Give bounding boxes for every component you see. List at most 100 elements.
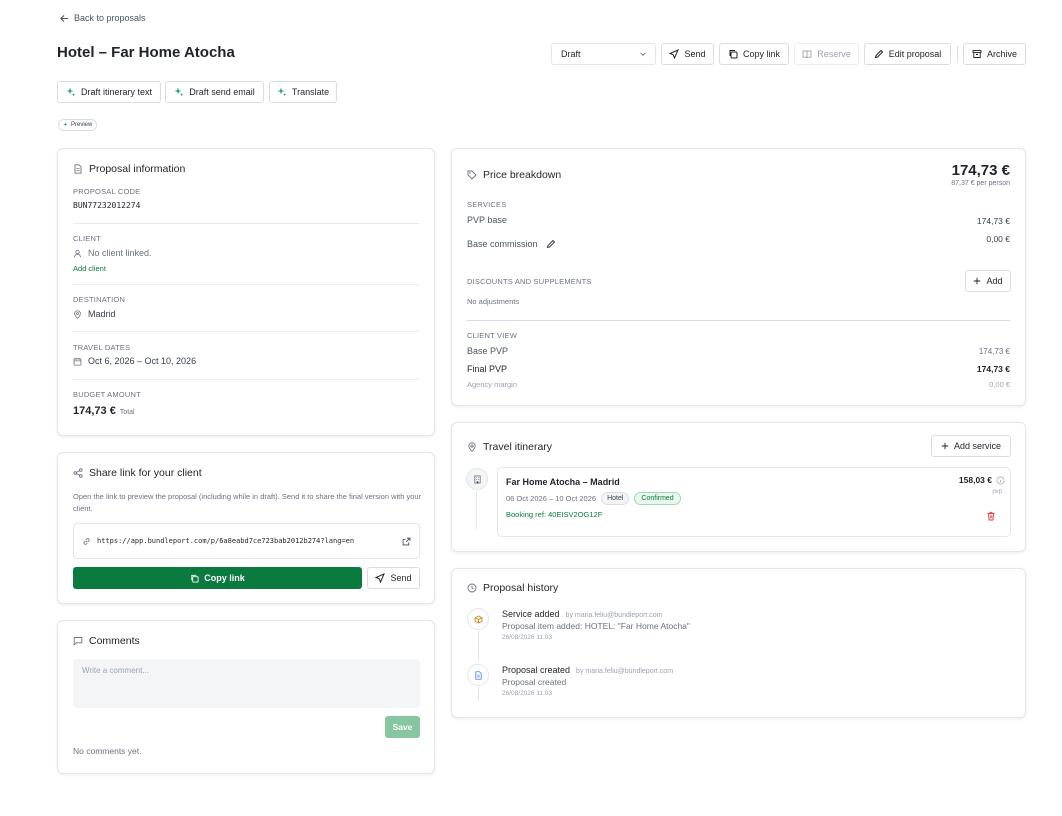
share-link-title: Share link for your client	[89, 467, 202, 479]
sparkle-icon	[66, 87, 76, 97]
history-event-title: Proposal created	[502, 665, 571, 675]
user-icon	[73, 249, 82, 258]
proposal-info-title: Proposal information	[89, 163, 186, 175]
plus-icon	[973, 277, 981, 285]
price-per-person: 87,37 € per person	[951, 180, 1010, 187]
share-url-field[interactable]: https://app.bundleport.com/p/6a8eabd7ce7…	[73, 523, 420, 559]
back-link-label: Back to proposals	[74, 13, 146, 23]
price-breakdown-title: Price breakdown	[483, 169, 562, 181]
history-event-heading: Service added by maria.feliu@bundleport.…	[502, 609, 690, 619]
back-link[interactable]: Back to proposals	[60, 13, 146, 23]
share-send-button[interactable]: Send	[367, 567, 420, 589]
agency-margin-value: 0,00 €	[989, 380, 1010, 389]
status-select[interactable]: Draft	[551, 43, 656, 65]
draft-itinerary-button[interactable]: Draft itinerary text	[57, 81, 161, 103]
history-marker	[467, 664, 489, 686]
pencil-icon[interactable]	[546, 239, 556, 249]
preview-badge-label: Preview	[71, 122, 93, 128]
comments-card: Comments Write a comment... Save No comm…	[57, 620, 435, 774]
reserve-button[interactable]: Reserve	[794, 43, 859, 65]
hotel-icon	[473, 474, 482, 484]
save-comment-button[interactable]: Save	[385, 716, 420, 738]
archive-button-label: Archive	[986, 49, 1017, 59]
pvp-base-label: PVP base	[467, 215, 507, 225]
send-button[interactable]: Send	[661, 43, 714, 65]
history-event-time: 26/08/2026 11:03	[502, 690, 553, 697]
trash-icon[interactable]	[986, 511, 996, 521]
copy-link-button[interactable]: Copy link	[719, 43, 789, 65]
history-event-author: by maria.feliu@bundleport.com	[576, 668, 674, 675]
add-service-button[interactable]: Add service	[931, 435, 1011, 457]
share-copy-link-button[interactable]: Copy link	[73, 567, 362, 589]
header-divider	[957, 46, 958, 62]
copy-icon	[190, 574, 199, 583]
sparkle-icon	[277, 87, 287, 97]
status-select-value: Draft	[561, 49, 581, 59]
copy-link-button-label: Copy link	[742, 49, 780, 59]
comments-title: Comments	[89, 635, 140, 647]
send-button-label: Send	[684, 49, 706, 59]
travel-dates-value-text: Oct 6, 2026 – Oct 10, 2026	[88, 356, 197, 366]
timeline-line	[478, 687, 479, 701]
itinerary-card: Travel itinerary Add service Far Home At…	[451, 422, 1026, 552]
external-link-icon[interactable]	[402, 537, 411, 546]
itinerary-item-dates: 06 Oct 2026 – 10 Oct 2026	[506, 494, 597, 503]
destination-value: Madrid	[73, 309, 116, 319]
proposal-code-label: PROPOSAL CODE	[73, 187, 141, 196]
add-adjustment-button[interactable]: Add	[965, 270, 1011, 292]
divider	[73, 223, 419, 224]
hotel-type-badge: Hotel	[601, 492, 630, 505]
destination-label: DESTINATION	[73, 295, 126, 304]
pencil-icon	[874, 49, 884, 59]
base-commission-label: Base commission	[467, 239, 538, 249]
comment-input[interactable]: Write a comment...	[73, 659, 420, 708]
share-icon	[73, 468, 83, 478]
client-value: No client linked.	[73, 248, 152, 258]
proposal-info-header: Proposal information	[73, 163, 185, 175]
history-title: Proposal history	[483, 582, 559, 594]
confirmed-status-badge: Confirmed	[634, 492, 681, 505]
share-url-text: https://app.bundleport.com/p/6a8eabd7ce7…	[97, 537, 355, 545]
itinerary-item-name: Far Home Atocha – Madrid	[506, 477, 620, 487]
calendar-icon	[73, 357, 82, 366]
add-adjustment-label: Add	[986, 276, 1003, 286]
translate-label: Translate	[291, 87, 330, 97]
add-client-link[interactable]: Add client	[73, 264, 106, 273]
itinerary-header: Travel itinerary	[467, 441, 552, 453]
edit-proposal-button-label: Edit proposal	[888, 49, 942, 59]
copy-icon	[728, 49, 738, 59]
draft-itinerary-label: Draft itinerary text	[80, 87, 153, 97]
final-pvp-value: 174,73 €	[976, 364, 1010, 374]
budget-amount: 174,73 €	[73, 405, 116, 417]
chevron-down-icon	[639, 50, 647, 58]
share-link-card: Share link for your client Open the link…	[57, 452, 435, 604]
comments-header: Comments	[73, 635, 140, 647]
history-event-description: Proposal created	[502, 677, 567, 687]
history-event: Service added by maria.feliu@bundleport.…	[502, 609, 690, 641]
timeline-line	[478, 631, 479, 662]
divider	[73, 331, 419, 332]
info-icon[interactable]	[996, 476, 1005, 485]
archive-button[interactable]: Archive	[963, 43, 1026, 65]
arrow-left-icon	[60, 14, 69, 23]
translate-button[interactable]: Translate	[269, 81, 337, 103]
history-event: Proposal created by maria.feliu@bundlepo…	[502, 665, 673, 697]
history-event-time: 26/08/2026 11:03	[502, 634, 553, 641]
timeline-line	[476, 491, 477, 529]
share-send-label: Send	[390, 573, 412, 583]
itinerary-item-meta: 06 Oct 2026 – 10 Oct 2026 Hotel Confirme…	[506, 492, 681, 505]
share-copy-link-label: Copy link	[204, 573, 245, 583]
draft-email-button[interactable]: Draft send email	[165, 81, 264, 103]
itinerary-item-price-unit: pvp	[992, 489, 1002, 495]
itinerary-item[interactable]: Far Home Atocha – Madrid 06 Oct 2026 – 1…	[497, 467, 1011, 537]
share-description: Open the link to preview the proposal (i…	[73, 492, 422, 513]
proposal-code-value: BUN77232012274	[73, 201, 141, 210]
link-icon	[82, 537, 91, 546]
send-icon	[375, 573, 386, 583]
divider	[467, 320, 1010, 321]
base-commission-row: Base commission	[467, 239, 556, 249]
services-label: SERVICES	[467, 200, 507, 209]
discounts-label: DISCOUNTS AND SUPPLEMENTS	[467, 277, 592, 286]
edit-proposal-button[interactable]: Edit proposal	[864, 43, 951, 65]
base-pvp-label: Base PVP	[467, 346, 509, 356]
